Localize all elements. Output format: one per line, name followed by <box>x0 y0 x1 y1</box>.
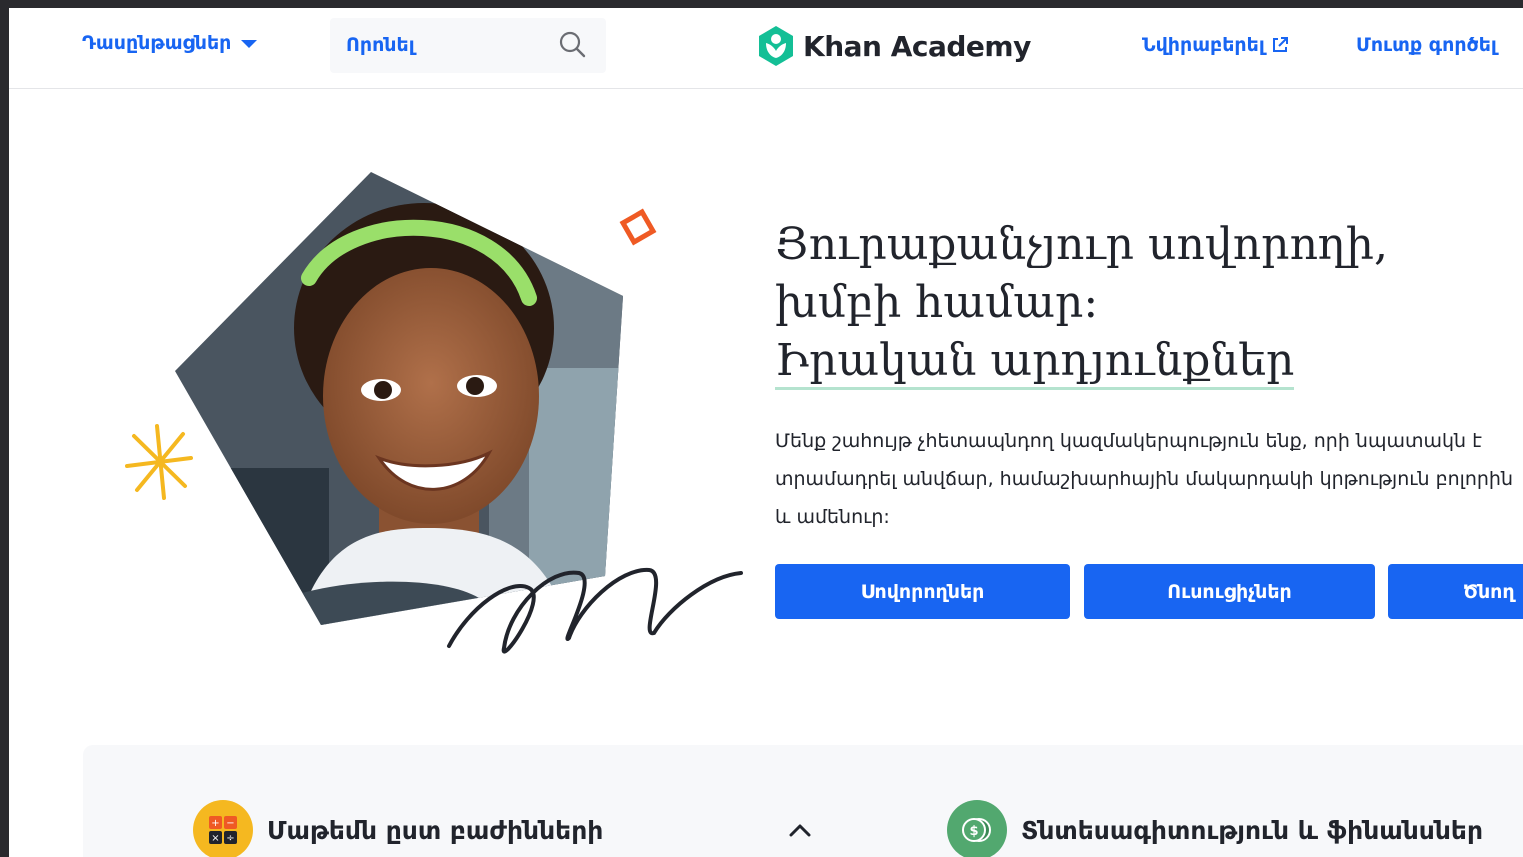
courses-menu-button[interactable]: Դասընթացներ <box>82 32 258 54</box>
search-input[interactable] <box>344 30 548 60</box>
money-icon: $ <box>947 800 1007 857</box>
hero-headline: Յուրաքանչյուր սովորողի, խմբի համար: Իրակ… <box>775 216 1388 390</box>
hero-description: Մենք շահույթ չհետապնդող կազմակերպություն… <box>775 430 1513 528</box>
headline-line-3: Իրական արդյունքներ <box>775 335 1295 390</box>
parents-button[interactable]: Ծնող <box>1388 564 1523 619</box>
donate-link[interactable]: Նվիրաբերել <box>1142 34 1289 56</box>
login-link[interactable]: Մուտք գործել <box>1356 34 1497 56</box>
svg-text:−: − <box>226 818 234 829</box>
svg-text:÷: ÷ <box>226 833 234 844</box>
search-icon[interactable] <box>558 30 588 60</box>
donate-label: Նվիրաբերել <box>1142 34 1265 56</box>
top-navigation: Դասընթացներ Khan Academy Նվիրաբերել <box>9 8 1523 89</box>
chevron-up-icon[interactable] <box>789 823 811 837</box>
category-economics-finance[interactable]: $ Տնտեսագիտություն և ֆինանսներ <box>947 800 1483 857</box>
khan-academy-logo[interactable]: Khan Academy <box>757 25 1031 67</box>
external-link-icon <box>1272 37 1288 52</box>
category-label: Մաթեմն ըստ բաժինների <box>267 815 604 845</box>
svg-text:×: × <box>211 833 219 844</box>
browser-viewport: Դասընթացներ Khan Academy Նվիրաբերել <box>9 8 1523 857</box>
starburst-decoration <box>125 424 193 500</box>
svg-text:$: $ <box>969 824 978 839</box>
courses-menu-label: Դասընթացներ <box>82 32 232 54</box>
headline-line-2: խմբի համար: <box>775 277 1099 328</box>
search-box[interactable] <box>330 18 606 73</box>
logo-text: Khan Academy <box>803 29 1031 63</box>
khan-hexagon-icon <box>759 26 793 66</box>
diamond-decoration <box>619 208 657 246</box>
category-math-by-grade[interactable]: + − × ÷ Մաթեմն ըստ բաժինների <box>193 800 603 857</box>
hero-illustration <box>125 172 743 654</box>
subjects-panel: + − × ÷ Մաթեմն ըստ բաժինների $ Տնտեսագիտ… <box>83 745 1523 857</box>
category-label: Տնտեսագիտություն և ֆինանսներ <box>1021 815 1484 845</box>
calculator-icon: + − × ÷ <box>193 800 253 857</box>
caret-down-icon <box>241 40 258 48</box>
headline-line-1: Յուրաքանչյուր սովորողի, <box>775 219 1388 270</box>
learners-button[interactable]: Սովորողներ <box>775 564 1070 619</box>
student-photo <box>175 172 623 625</box>
teachers-button[interactable]: Ուսուցիչներ <box>1084 564 1375 619</box>
svg-text:+: + <box>211 818 219 829</box>
